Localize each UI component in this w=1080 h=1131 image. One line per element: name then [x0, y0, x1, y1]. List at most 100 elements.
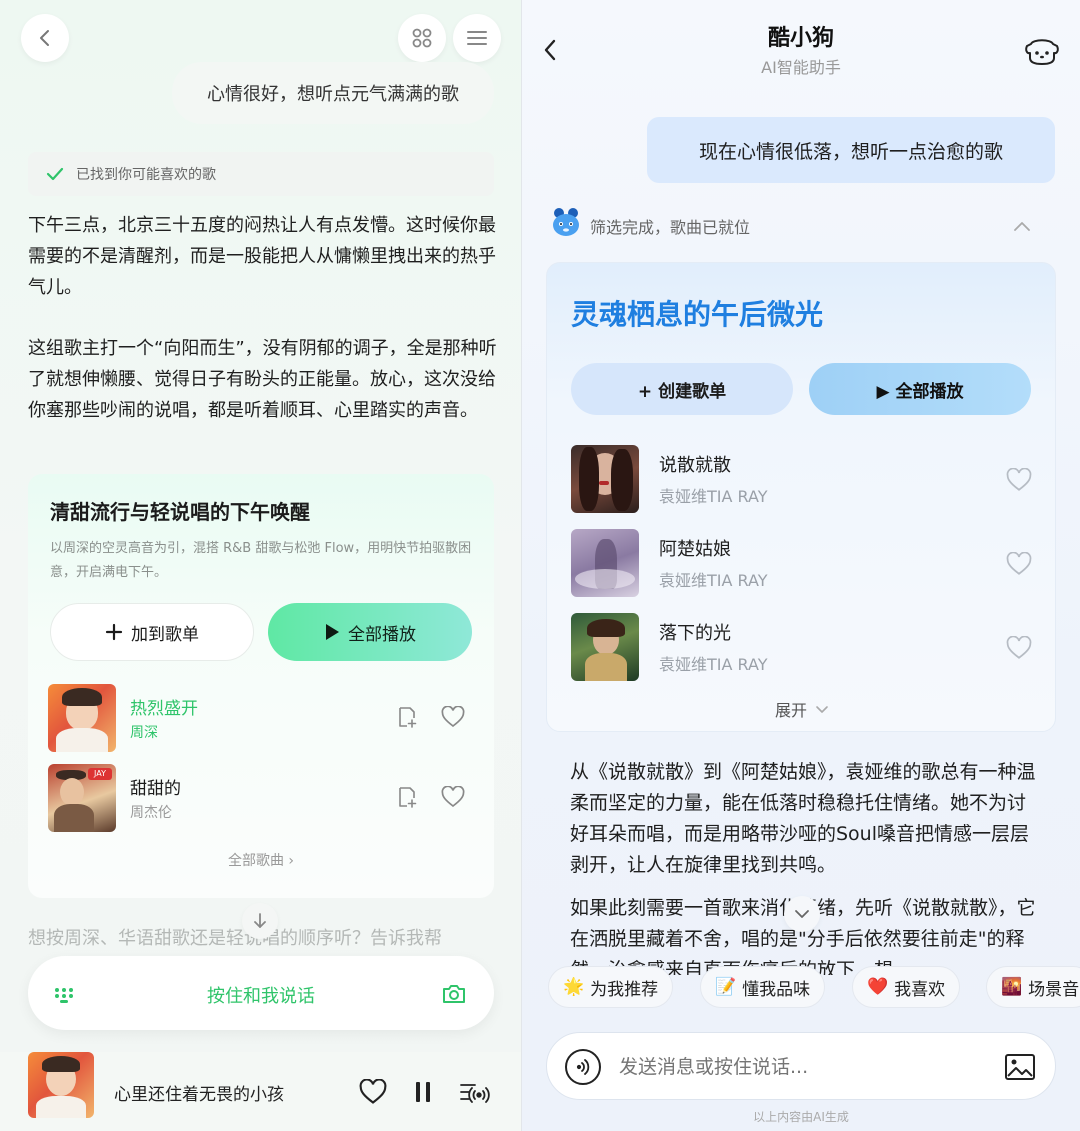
- heart-icon: [1006, 552, 1032, 575]
- like-button[interactable]: [440, 784, 466, 810]
- reply-paragraph-1: 从《说散就散》到《阿楚姑娘》，袁娅维的歌总有一种温柔而坚定的力量，能在低落时稳稳…: [570, 761, 1036, 876]
- playlist-description: 以周深的空灵高音为引，混搭 R&B 甜歌与松弛 Flow，用明快节拍驱散困意，开…: [50, 541, 472, 580]
- back-button[interactable]: [21, 14, 69, 62]
- pause-button[interactable]: [410, 1078, 436, 1106]
- song-item[interactable]: 说散就散 袁娅维TIA RAY: [571, 445, 1041, 515]
- chip-favorites[interactable]: ❤️ 我喜欢: [852, 966, 961, 1008]
- song-item[interactable]: 阿楚姑娘 袁娅维TIA RAY: [571, 529, 1041, 599]
- arrow-down-icon: [254, 913, 266, 928]
- assistant-subtitle: AI智能助手: [761, 58, 841, 77]
- playlist-card: 灵魂栖息的午后微光 + 创建歌单 ▶ 全部播放 说散就散 袁娅维TIA RAY …: [546, 262, 1056, 732]
- add-to-playlist-label: 加到歌单: [131, 624, 199, 645]
- like-button[interactable]: [1005, 467, 1033, 493]
- chip-recommend[interactable]: 🌟 为我推荐: [548, 966, 674, 1008]
- song-cover: [571, 529, 639, 597]
- song-artist: 袁娅维TIA RAY: [659, 487, 768, 506]
- city-sunset-icon: 🌇: [1001, 977, 1023, 997]
- playlist-queue-button[interactable]: [458, 1078, 492, 1106]
- apps-button[interactable]: [398, 14, 446, 62]
- song-item[interactable]: JAY 甜甜的 周杰伦: [48, 764, 474, 834]
- heart-icon: [1006, 468, 1032, 491]
- song-item[interactable]: 落下的光 袁娅维TIA RAY: [571, 613, 1041, 683]
- playlist-title: 灵魂栖息的午后微光: [571, 298, 824, 331]
- sound-wave-icon: [576, 1059, 590, 1075]
- heart-icon: [441, 706, 465, 728]
- play-all-button[interactable]: ▶ 全部播放: [809, 363, 1031, 415]
- song-cover: [571, 445, 639, 513]
- grid-icon: [412, 28, 432, 48]
- dog-face-icon: [1025, 39, 1059, 65]
- add-to-playlist-icon: [399, 707, 417, 728]
- hold-to-talk-label[interactable]: 按住和我说话: [28, 982, 494, 1008]
- song-item[interactable]: 热烈盛开 周深: [48, 684, 474, 754]
- user-message-bubble: 现在心情很低落，想听一点治愈的歌: [647, 117, 1055, 183]
- camera-button[interactable]: [440, 980, 468, 1008]
- song-title: 阿楚姑娘: [659, 539, 731, 560]
- found-status-text: 已找到你可能喜欢的歌: [76, 167, 216, 183]
- song-title: 落下的光: [659, 623, 731, 644]
- star-icon: 🌟: [563, 977, 585, 997]
- expand-button[interactable]: 展开: [547, 697, 1057, 721]
- play-icon: [326, 624, 339, 640]
- voice-mode-button[interactable]: [565, 1049, 601, 1085]
- chip-taste[interactable]: 📝 懂我品味: [700, 966, 826, 1008]
- song-artist: 周深: [130, 725, 158, 741]
- chip-scene[interactable]: 🌇 场景音: [986, 966, 1080, 1008]
- song-cover: [48, 684, 116, 752]
- expand-label: 展开: [774, 701, 807, 720]
- reply-paragraph-2: 这组歌主打一个“向阳而生”，没有阴郁的调子，全是那种听了就想伸懒腰、觉得日子有盼…: [28, 338, 497, 421]
- menu-button[interactable]: [453, 14, 501, 62]
- play-all-button[interactable]: 全部播放: [268, 603, 472, 661]
- song-title: 热烈盛开: [130, 699, 198, 719]
- message-input[interactable]: [619, 1051, 979, 1083]
- playlist-title: 清甜流行与轻说唱的下午唤醒: [50, 500, 310, 524]
- song-artist: 周杰伦: [130, 805, 172, 821]
- reply-paragraph-1: 下午三点，北京三十五度的闷热让人有点发懵。这时候你最需要的不是清醒剂，而是一股能…: [28, 215, 496, 298]
- voice-input-bar[interactable]: 按住和我说话: [28, 956, 494, 1030]
- image-upload-button[interactable]: [1003, 1051, 1037, 1083]
- user-message-bubble: 心情很好，想听点元气满满的歌: [172, 62, 494, 124]
- check-icon: [46, 167, 64, 181]
- queue-icon: [460, 1084, 490, 1103]
- assistant-mascot-icon: [550, 206, 582, 238]
- play-all-label: ▶ 全部播放: [876, 381, 964, 402]
- chevron-left-icon: [40, 30, 49, 46]
- add-to-playlist-icon: [399, 787, 417, 808]
- song-title: 说散就散: [659, 455, 731, 476]
- chevron-down-icon: [795, 910, 809, 918]
- add-to-playlist-icon-button[interactable]: [394, 704, 420, 730]
- scroll-down-button[interactable]: [784, 896, 820, 932]
- player-like-button[interactable]: [358, 1078, 388, 1106]
- heart-icon: [1006, 636, 1032, 659]
- user-message-text: 心情很好，想听点元气满满的歌: [207, 84, 459, 105]
- player-song-title: 心里还住着无畏的小孩: [114, 1085, 284, 1105]
- like-button[interactable]: [440, 704, 466, 730]
- add-to-playlist-button[interactable]: 加到歌单: [50, 603, 254, 661]
- song-cover: [571, 613, 639, 681]
- hamburger-icon: [467, 31, 487, 45]
- like-button[interactable]: [1005, 635, 1033, 661]
- image-icon: [1005, 1054, 1035, 1080]
- user-message-text: 现在心情很低落，想听一点治愈的歌: [698, 140, 1003, 163]
- found-status-bar[interactable]: 已找到你可能喜欢的歌: [28, 152, 494, 196]
- collapse-button[interactable]: [1010, 214, 1034, 238]
- chevron-down-icon: [816, 706, 828, 713]
- chip-label: 为我推荐: [590, 979, 659, 1000]
- add-to-playlist-icon-button[interactable]: [394, 784, 420, 810]
- chip-label: 我喜欢: [894, 979, 946, 1000]
- camera-icon: [443, 985, 465, 1003]
- mini-player[interactable]: 心里还住着无畏的小孩: [0, 1052, 521, 1131]
- scroll-down-button[interactable]: [242, 903, 278, 939]
- plus-icon: [105, 623, 123, 641]
- assistant-avatar-button[interactable]: [1022, 34, 1062, 68]
- player-cover[interactable]: [28, 1052, 94, 1118]
- song-cover: JAY: [48, 764, 116, 832]
- playlist-card: 清甜流行与轻说唱的下午唤醒 以周深的空灵高音为引，混搭 R&B 甜歌与松弛 Fl…: [28, 474, 494, 898]
- like-button[interactable]: [1005, 551, 1033, 577]
- memo-icon: 📝: [715, 977, 737, 997]
- create-playlist-button[interactable]: + 创建歌单: [571, 363, 793, 415]
- heart-icon: [441, 786, 465, 808]
- message-input-bar[interactable]: [546, 1032, 1056, 1100]
- pause-icon: [416, 1082, 430, 1102]
- all-songs-link[interactable]: 全部歌曲 ›: [28, 850, 494, 870]
